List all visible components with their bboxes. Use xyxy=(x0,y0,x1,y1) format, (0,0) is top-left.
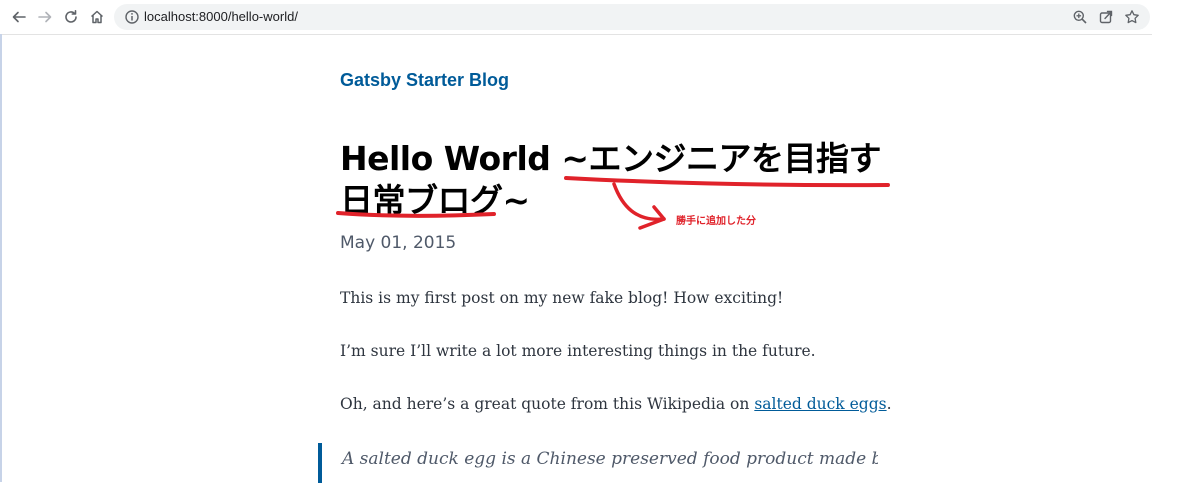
paragraph-3-suffix: . xyxy=(886,395,892,413)
address-bar[interactable]: localhost:8000/hello-world/ xyxy=(114,4,1150,30)
paragraph-1: This is my first post on my new fake blo… xyxy=(340,289,784,307)
annotation-label: 勝手に追加した分 xyxy=(676,216,756,227)
star-icon[interactable] xyxy=(1124,9,1140,25)
paragraph-3: Oh, and here’s a great quote from this W… xyxy=(340,395,892,413)
salted-duck-eggs-link[interactable]: salted duck eggs xyxy=(754,395,886,413)
reload-icon xyxy=(65,10,77,23)
post-title: Hello World ~エンジニアを目指す日常ブログ~ xyxy=(340,139,882,220)
home-icon xyxy=(90,10,104,24)
arrow-right-icon xyxy=(38,11,52,23)
url-text[interactable]: localhost:8000/hello-world/ xyxy=(144,9,298,24)
page-left-border xyxy=(0,34,2,482)
share-icon[interactable] xyxy=(1098,9,1114,25)
site-title-link[interactable]: Gatsby Starter Blog xyxy=(340,70,509,91)
forward-button[interactable] xyxy=(33,5,57,29)
paragraph-2: I’m sure I’ll write a lot more interesti… xyxy=(340,342,816,360)
back-button[interactable] xyxy=(7,5,31,29)
arrow-left-icon xyxy=(12,11,26,23)
zoom-icon[interactable] xyxy=(1072,9,1088,25)
reload-button[interactable] xyxy=(59,5,83,29)
post-date: May 01, 2015 xyxy=(340,233,457,253)
blockquote: A salted duck egg is a Chinese preserved… xyxy=(318,443,878,483)
browser-toolbar: localhost:8000/hello-world/ xyxy=(0,0,1152,35)
blockquote-text: A salted duck egg is a Chinese preserved… xyxy=(342,449,878,469)
info-icon[interactable] xyxy=(124,9,140,25)
paragraph-3-prefix: Oh, and here’s a great quote from this W… xyxy=(340,395,755,413)
home-button[interactable] xyxy=(85,5,109,29)
